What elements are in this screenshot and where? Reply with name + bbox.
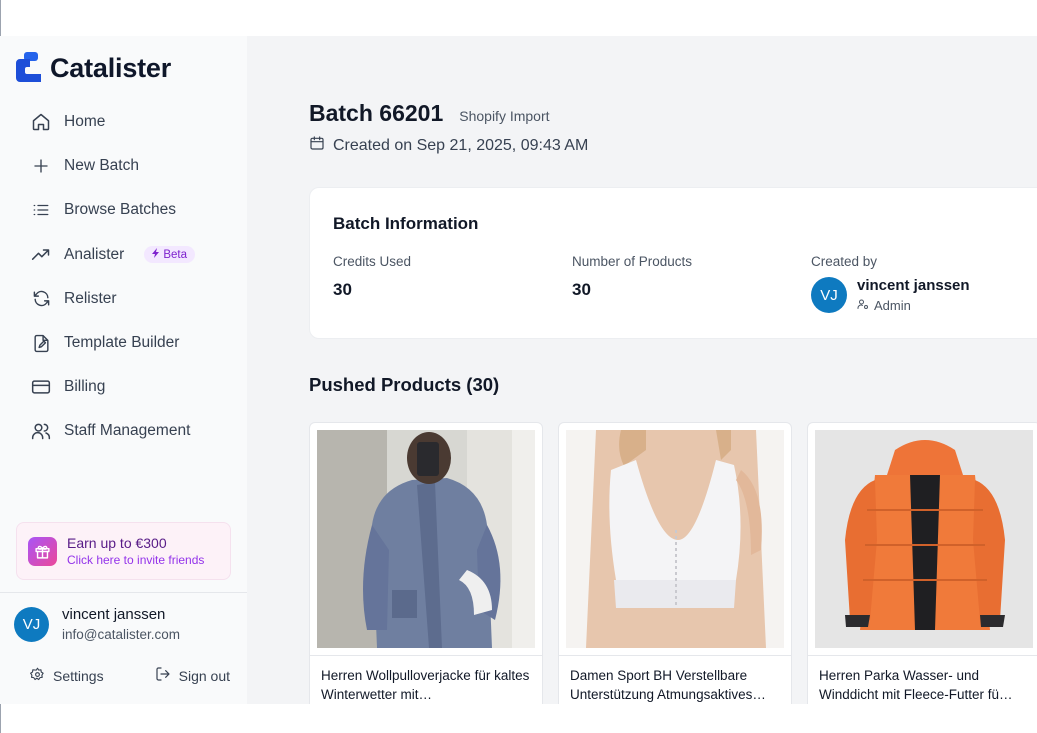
sidebar-nav: Home New Batch Browse Batches Analister bbox=[22, 100, 232, 454]
page-title: Batch 66201 bbox=[309, 100, 444, 126]
created-by: Created by VJ vincent janssen Admin bbox=[811, 254, 970, 313]
page-header: Batch 66201 Shopify Import bbox=[309, 100, 550, 127]
refresh-icon bbox=[30, 288, 52, 310]
created-date: Created on Sep 21, 2025, 09:43 AM bbox=[309, 135, 588, 156]
product-title: Herren Wollpulloverjacke für kaltes Wint… bbox=[321, 668, 530, 702]
divider bbox=[0, 592, 247, 593]
sidebar-footer: Settings Sign out bbox=[30, 666, 230, 685]
gift-icon bbox=[28, 536, 57, 566]
app-window: Catalister Home New Batch Browse Batches bbox=[0, 36, 1037, 704]
home-icon bbox=[30, 111, 52, 133]
avatar: VJ bbox=[14, 606, 49, 642]
sidebar-item-browse-batches[interactable]: Browse Batches bbox=[22, 188, 232, 232]
sidebar-item-label: Analister bbox=[64, 245, 125, 263]
creator-role-text: Admin bbox=[874, 298, 911, 313]
user-email: info@catalister.com bbox=[62, 627, 180, 642]
sidebar-item-label: Billing bbox=[64, 378, 106, 396]
number-of-products: Number of Products 30 bbox=[572, 254, 692, 300]
sidebar-item-label: Staff Management bbox=[64, 422, 191, 440]
sidebar-item-relister[interactable]: Relister bbox=[22, 277, 232, 321]
product-title: Herren Parka Wasser- und Winddicht mit F… bbox=[819, 668, 1013, 702]
product-card[interactable]: Herren Parka Wasser- und Winddicht mit F… bbox=[807, 422, 1037, 704]
user-cog-icon bbox=[857, 298, 869, 313]
plus-icon bbox=[30, 155, 52, 177]
main-content: Batch 66201 Shopify Import Created on Se… bbox=[247, 36, 1037, 704]
users-icon bbox=[30, 420, 52, 442]
beta-badge-label: Beta bbox=[163, 248, 187, 261]
credits-value: 30 bbox=[333, 280, 352, 299]
card-title: Batch Information bbox=[333, 214, 479, 233]
products-label: Number of Products bbox=[572, 254, 693, 269]
product-grid: Herren Wollpulloverjacke für kaltes Wint… bbox=[309, 422, 1037, 704]
product-image bbox=[317, 430, 535, 648]
sign-out-icon bbox=[155, 666, 171, 685]
brand-logo[interactable]: Catalister bbox=[16, 52, 171, 84]
product-image bbox=[815, 430, 1033, 648]
user-name: vincent janssen bbox=[62, 606, 166, 623]
sidebar-item-label: Relister bbox=[64, 289, 117, 307]
batch-source: Shopify Import bbox=[459, 108, 550, 124]
credits-label: Credits Used bbox=[333, 254, 412, 269]
promo-title: Earn up to €300 bbox=[67, 535, 167, 551]
bolt-icon bbox=[152, 248, 160, 261]
created-by-label: Created by bbox=[811, 254, 878, 269]
sidebar-item-label: Browse Batches bbox=[64, 201, 176, 219]
catalister-logo-icon bbox=[16, 52, 44, 84]
sidebar-item-new-batch[interactable]: New Batch bbox=[22, 144, 232, 188]
sidebar-item-label: Template Builder bbox=[64, 334, 180, 352]
calendar-icon bbox=[309, 135, 325, 156]
credit-card-icon bbox=[30, 376, 52, 398]
referral-promo[interactable]: Earn up to €300 Click here to invite fri… bbox=[16, 522, 231, 580]
creator: VJ vincent janssen Admin bbox=[811, 277, 970, 313]
file-edit-icon bbox=[30, 332, 52, 354]
sidebar-item-home[interactable]: Home bbox=[22, 100, 232, 144]
product-card[interactable]: Herren Wollpulloverjacke für kaltes Wint… bbox=[309, 422, 543, 704]
product-title: Damen Sport BH Verstellbare Unterstützun… bbox=[570, 668, 766, 702]
sidebar-item-billing[interactable]: Billing bbox=[22, 365, 232, 409]
sidebar: Catalister Home New Batch Browse Batches bbox=[0, 36, 247, 704]
sidebar-item-label: New Batch bbox=[64, 157, 139, 175]
user-profile[interactable]: VJ vincent janssen info@catalister.com bbox=[14, 606, 180, 642]
created-date-text: Created on Sep 21, 2025, 09:43 AM bbox=[333, 136, 589, 154]
credits-used: Credits Used 30 bbox=[333, 254, 411, 300]
promo-subtitle: Click here to invite friends bbox=[67, 553, 205, 567]
sidebar-item-label: Home bbox=[64, 113, 106, 131]
batch-information-card: Batch Information Credits Used 30 Number… bbox=[309, 187, 1037, 339]
sidebar-item-staff-management[interactable]: Staff Management bbox=[22, 409, 232, 453]
avatar: VJ bbox=[811, 277, 847, 313]
product-card[interactable]: Damen Sport BH Verstellbare Unterstützun… bbox=[558, 422, 792, 704]
settings-label: Settings bbox=[53, 667, 104, 684]
beta-badge: Beta bbox=[144, 246, 195, 264]
creator-name: vincent janssen bbox=[857, 277, 970, 294]
product-image bbox=[566, 430, 784, 648]
settings-button[interactable]: Settings bbox=[30, 666, 104, 685]
pushed-products-title: Pushed Products (30) bbox=[309, 374, 500, 395]
sidebar-item-analister[interactable]: Analister Beta bbox=[22, 233, 232, 277]
brand-name: Catalister bbox=[50, 52, 172, 83]
sidebar-item-template-builder[interactable]: Template Builder bbox=[22, 321, 232, 365]
list-icon bbox=[30, 199, 52, 221]
sign-out-button[interactable]: Sign out bbox=[155, 666, 230, 685]
products-value: 30 bbox=[572, 280, 591, 299]
gear-icon bbox=[30, 667, 45, 685]
sign-out-label: Sign out bbox=[178, 667, 230, 684]
trending-icon bbox=[30, 244, 52, 266]
creator-role: Admin bbox=[857, 298, 970, 313]
